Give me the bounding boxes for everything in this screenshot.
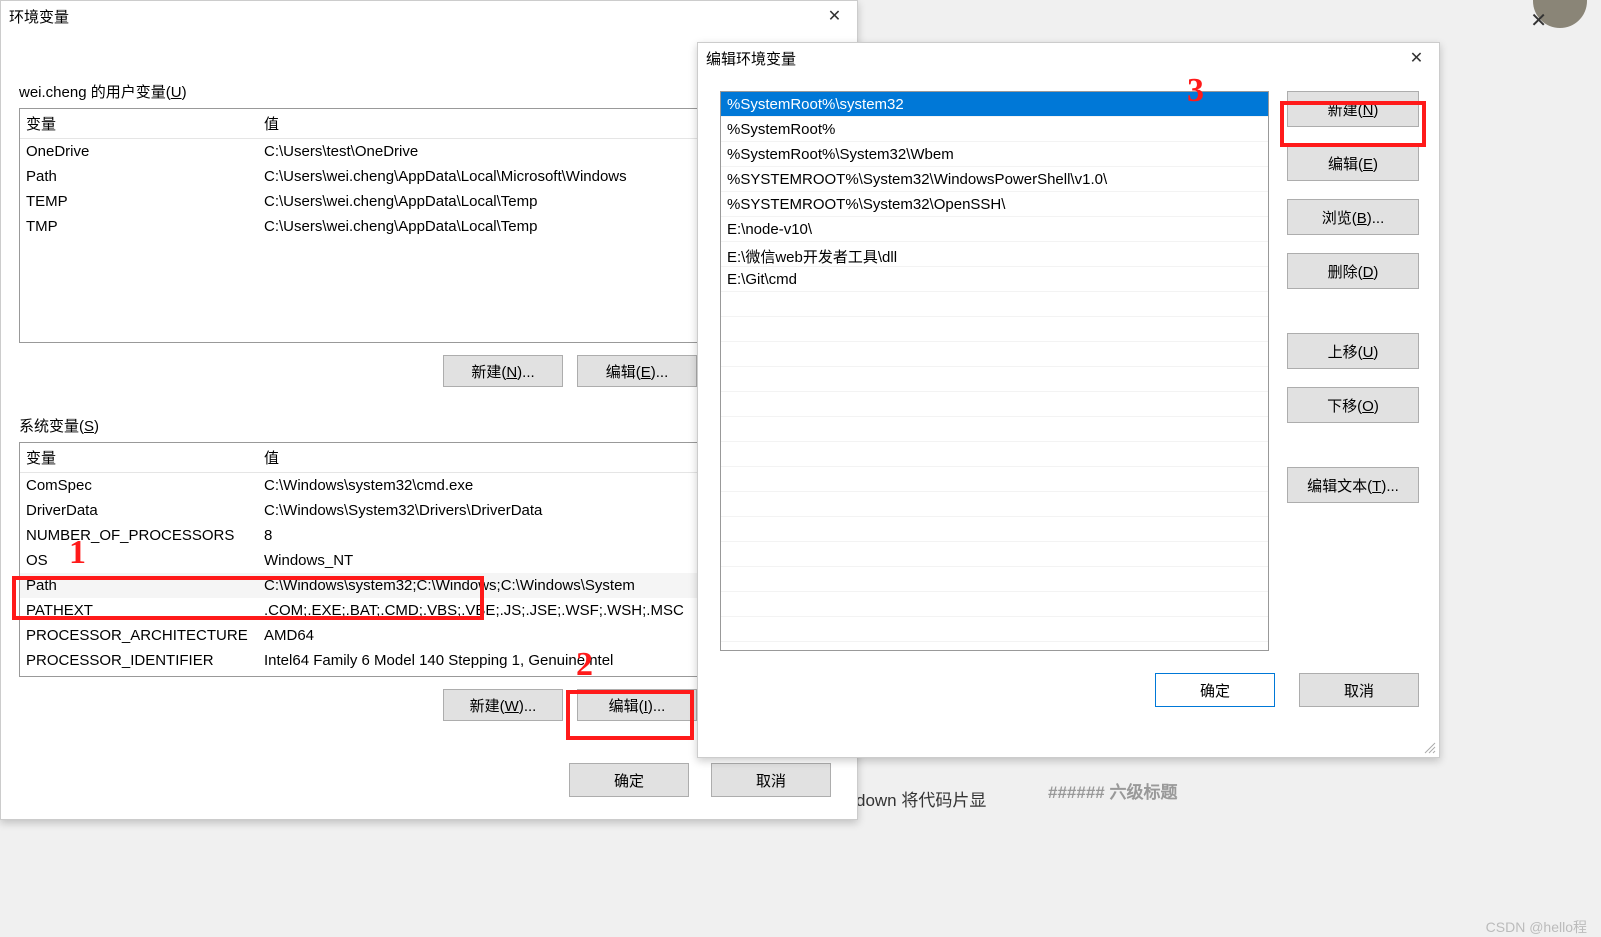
list-item-empty[interactable]	[721, 517, 1268, 542]
watermark: CSDN @hello程	[1486, 917, 1587, 937]
list-item-empty[interactable]	[721, 592, 1268, 617]
close-icon[interactable]: ✕	[812, 2, 857, 30]
edit-button[interactable]: 编辑(E)	[1287, 145, 1419, 181]
new-button[interactable]: 新建(N)	[1287, 91, 1419, 127]
edit-env-var-dialog: 编辑环境变量 ✕ %SystemRoot%\system32%SystemRoo…	[697, 42, 1440, 758]
col-header-var[interactable]: 变量	[20, 109, 258, 138]
user-edit-button[interactable]: 编辑(E)...	[577, 355, 697, 387]
path-entries-list[interactable]: %SystemRoot%\system32%SystemRoot%%System…	[720, 91, 1269, 651]
system-edit-button[interactable]: 编辑(I)...	[577, 689, 697, 721]
user-new-button[interactable]: 新建(N)...	[443, 355, 563, 387]
move-down-button[interactable]: 下移(O)	[1287, 387, 1419, 423]
edit-text-button[interactable]: 编辑文本(T)...	[1287, 467, 1419, 503]
list-item-empty[interactable]	[721, 342, 1268, 367]
list-item-empty[interactable]	[721, 467, 1268, 492]
move-up-button[interactable]: 上移(U)	[1287, 333, 1419, 369]
list-item[interactable]: %SystemRoot%	[721, 117, 1268, 142]
list-item[interactable]: %SystemRoot%\system32	[721, 92, 1268, 117]
list-item[interactable]: E:\node-v10\	[721, 217, 1268, 242]
list-item-empty[interactable]	[721, 567, 1268, 592]
close-icon[interactable]: ✕	[1530, 8, 1547, 33]
list-item[interactable]: %SystemRoot%\System32\Wbem	[721, 142, 1268, 167]
list-item-empty[interactable]	[721, 542, 1268, 567]
list-item-empty[interactable]	[721, 317, 1268, 342]
side-button-column: 新建(N) 编辑(E) 浏览(B)... 删除(D) 上移(U) 下移(O) 编…	[1287, 91, 1419, 651]
list-item[interactable]: E:\微信web开发者工具\dll	[721, 242, 1268, 267]
col-header-var[interactable]: 变量	[20, 443, 258, 472]
list-item-empty[interactable]	[721, 292, 1268, 317]
list-item[interactable]: E:\Git\cmd	[721, 267, 1268, 292]
ok-button[interactable]: 确定	[1155, 673, 1275, 707]
delete-button[interactable]: 删除(D)	[1287, 253, 1419, 289]
code-fragment-text: down 将代码片显	[856, 786, 986, 811]
dialog1-title: 环境变量	[1, 6, 69, 27]
list-item-empty[interactable]	[721, 617, 1268, 642]
close-icon[interactable]: ✕	[1394, 44, 1439, 72]
list-item-empty[interactable]	[721, 392, 1268, 417]
dialog2-title: 编辑环境变量	[698, 48, 796, 69]
ok-button[interactable]: 确定	[569, 763, 689, 797]
heading6-text: ###### 六级标题	[1048, 778, 1177, 803]
list-item-empty[interactable]	[721, 492, 1268, 517]
list-item-empty[interactable]	[721, 442, 1268, 467]
list-item[interactable]: %SYSTEMROOT%\System32\OpenSSH\	[721, 192, 1268, 217]
system-new-button[interactable]: 新建(W)...	[443, 689, 563, 721]
browse-button[interactable]: 浏览(B)...	[1287, 199, 1419, 235]
resize-grip-icon[interactable]	[1423, 741, 1437, 755]
list-item-empty[interactable]	[721, 367, 1268, 392]
cancel-button[interactable]: 取消	[1299, 673, 1419, 707]
cancel-button[interactable]: 取消	[711, 763, 831, 797]
list-item-empty[interactable]	[721, 417, 1268, 442]
list-item[interactable]: %SYSTEMROOT%\System32\WindowsPowerShell\…	[721, 167, 1268, 192]
